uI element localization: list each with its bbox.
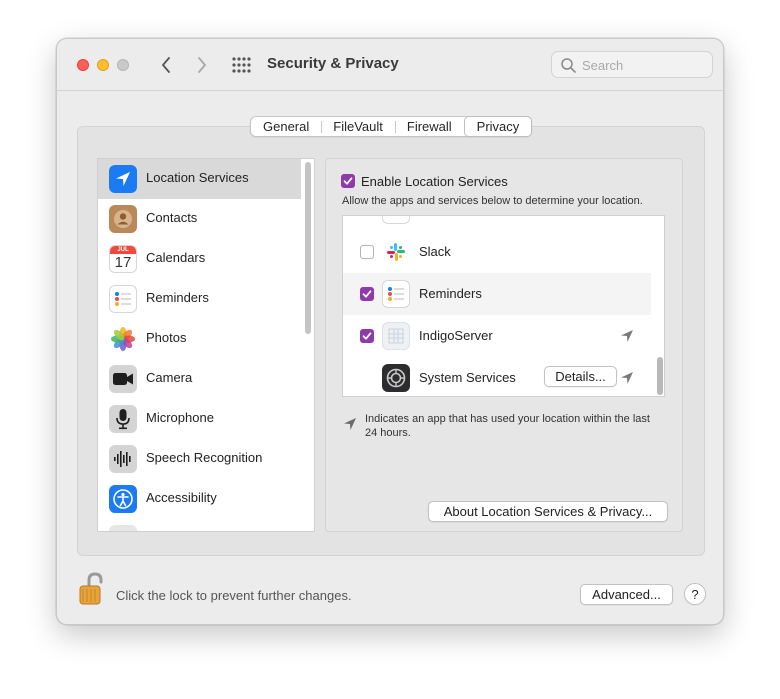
slack-icon	[382, 238, 410, 266]
partial-item-icon	[109, 525, 137, 531]
recent-location-arrow-icon	[621, 372, 633, 384]
sidebar-scrollbar[interactable]	[305, 162, 311, 334]
sidebar-item-microphone[interactable]: Microphone	[98, 399, 301, 439]
app-row-reminders: Reminders	[343, 273, 651, 315]
app-name: Reminders	[419, 286, 482, 301]
tab-privacy[interactable]: Privacy	[463, 116, 533, 137]
search-field[interactable]	[551, 51, 713, 78]
chevron-right-icon	[198, 57, 206, 73]
calendar-month: JUL	[110, 246, 136, 254]
close-window-button[interactable]	[77, 59, 89, 71]
system-services-details-button[interactable]: Details...	[544, 366, 617, 387]
sidebar-item-label: Microphone	[146, 410, 214, 425]
app-name: IndigoServer	[419, 328, 493, 343]
back-button[interactable]	[155, 54, 177, 76]
recent-location-arrow-icon	[621, 330, 633, 342]
lock-status-text: Click the lock to prevent further change…	[116, 588, 352, 603]
sidebar-item-speech-recognition[interactable]: Speech Recognition	[98, 439, 301, 479]
title-bar: Security & Privacy	[57, 39, 723, 91]
sidebar-item-label: Contacts	[146, 210, 198, 225]
about-location-privacy-button[interactable]: About Location Services & Privacy...	[428, 501, 668, 522]
sidebar-item-label: Speech Recognition	[146, 450, 263, 465]
location-app-list: Slack Reminders IndigoServer System Serv…	[342, 215, 665, 397]
sidebar-item-label: Calendars	[146, 250, 206, 265]
accessibility-icon	[109, 485, 137, 513]
app-row-system-services: System Services Details...	[343, 357, 651, 396]
checkmark-icon	[343, 177, 353, 185]
calendar-day: 17	[114, 254, 132, 271]
gear-icon	[382, 364, 410, 392]
app-row-indigoserver: IndigoServer	[343, 315, 651, 357]
reminders-icon	[109, 285, 137, 313]
location-arrow-icon	[109, 165, 137, 193]
lock-button[interactable]	[77, 572, 109, 606]
reminders-checkbox[interactable]	[360, 287, 374, 301]
tab-general[interactable]: General	[251, 117, 321, 136]
minimize-window-button[interactable]	[97, 59, 109, 71]
location-services-panel: Enable Location Services Allow the apps …	[325, 158, 683, 532]
camera-icon	[109, 365, 137, 393]
indigo-server-icon	[382, 322, 410, 350]
sidebar-item-location-services[interactable]: Location Services	[98, 159, 301, 199]
location-description: Allow the apps and services below to det…	[342, 195, 643, 207]
contacts-icon	[109, 205, 137, 233]
sidebar-item-calendars[interactable]: JUL 17 Calendars	[98, 239, 301, 279]
app-name: Slack	[419, 244, 451, 259]
speech-waveform-icon	[109, 445, 137, 473]
slack-checkbox[interactable]	[360, 245, 374, 259]
zoom-window-button[interactable]	[117, 59, 129, 71]
sidebar-item-label: Location Services	[146, 170, 249, 185]
window-title: Security & Privacy	[267, 55, 399, 72]
enable-location-checkbox[interactable]	[341, 174, 355, 188]
sidebar-item-reminders[interactable]: Reminders	[98, 279, 301, 319]
tab-filevault[interactable]: FileVault	[321, 117, 395, 136]
app-list-scrollbar[interactable]	[657, 357, 663, 395]
enable-location-label: Enable Location Services	[361, 174, 508, 189]
tab-firewall[interactable]: Firewall	[394, 117, 464, 136]
sidebar-item-partial[interactable]	[98, 519, 301, 531]
indigoserver-checkbox[interactable]	[360, 329, 374, 343]
sidebar-item-accessibility[interactable]: Accessibility	[98, 479, 301, 519]
checkmark-icon	[362, 290, 372, 298]
app-name: System Services	[419, 370, 516, 385]
sidebar-item-label: Accessibility	[146, 490, 217, 505]
reminders-icon	[382, 280, 410, 308]
preferences-window: Security & Privacy General FileVault Fir…	[56, 38, 724, 625]
sidebar-item-label: Photos	[146, 330, 187, 345]
grid-icon	[232, 57, 251, 73]
sidebar-item-photos[interactable]: Photos	[98, 319, 301, 359]
sidebar-item-label: Reminders	[146, 290, 209, 305]
sidebar-item-contacts[interactable]: Contacts	[98, 199, 301, 239]
photos-icon	[109, 325, 137, 353]
privacy-category-list: Location Services Contacts JUL 17 Calend…	[97, 158, 315, 532]
sidebar-item-label: Camera	[146, 370, 193, 385]
forward-button[interactable]	[191, 54, 213, 76]
help-button[interactable]: ?	[684, 583, 706, 605]
calendar-icon: JUL 17	[109, 245, 137, 273]
chevron-left-icon	[162, 57, 170, 73]
search-icon	[561, 58, 576, 73]
show-all-button[interactable]	[232, 56, 252, 74]
sidebar-item-camera[interactable]: Camera	[98, 359, 301, 399]
partial-app-icon	[382, 216, 410, 224]
unlocked-padlock-icon	[79, 572, 103, 605]
advanced-button[interactable]: Advanced...	[580, 584, 673, 605]
location-arrow-legend-icon	[344, 418, 356, 430]
app-row-slack: Slack	[343, 231, 651, 273]
checkmark-icon	[362, 332, 372, 340]
microphone-icon	[109, 405, 137, 433]
tab-bar: General FileVault Firewall Privacy	[250, 116, 533, 137]
recent-use-note: Indicates an app that has used your loca…	[365, 413, 650, 439]
search-input[interactable]	[582, 56, 707, 74]
